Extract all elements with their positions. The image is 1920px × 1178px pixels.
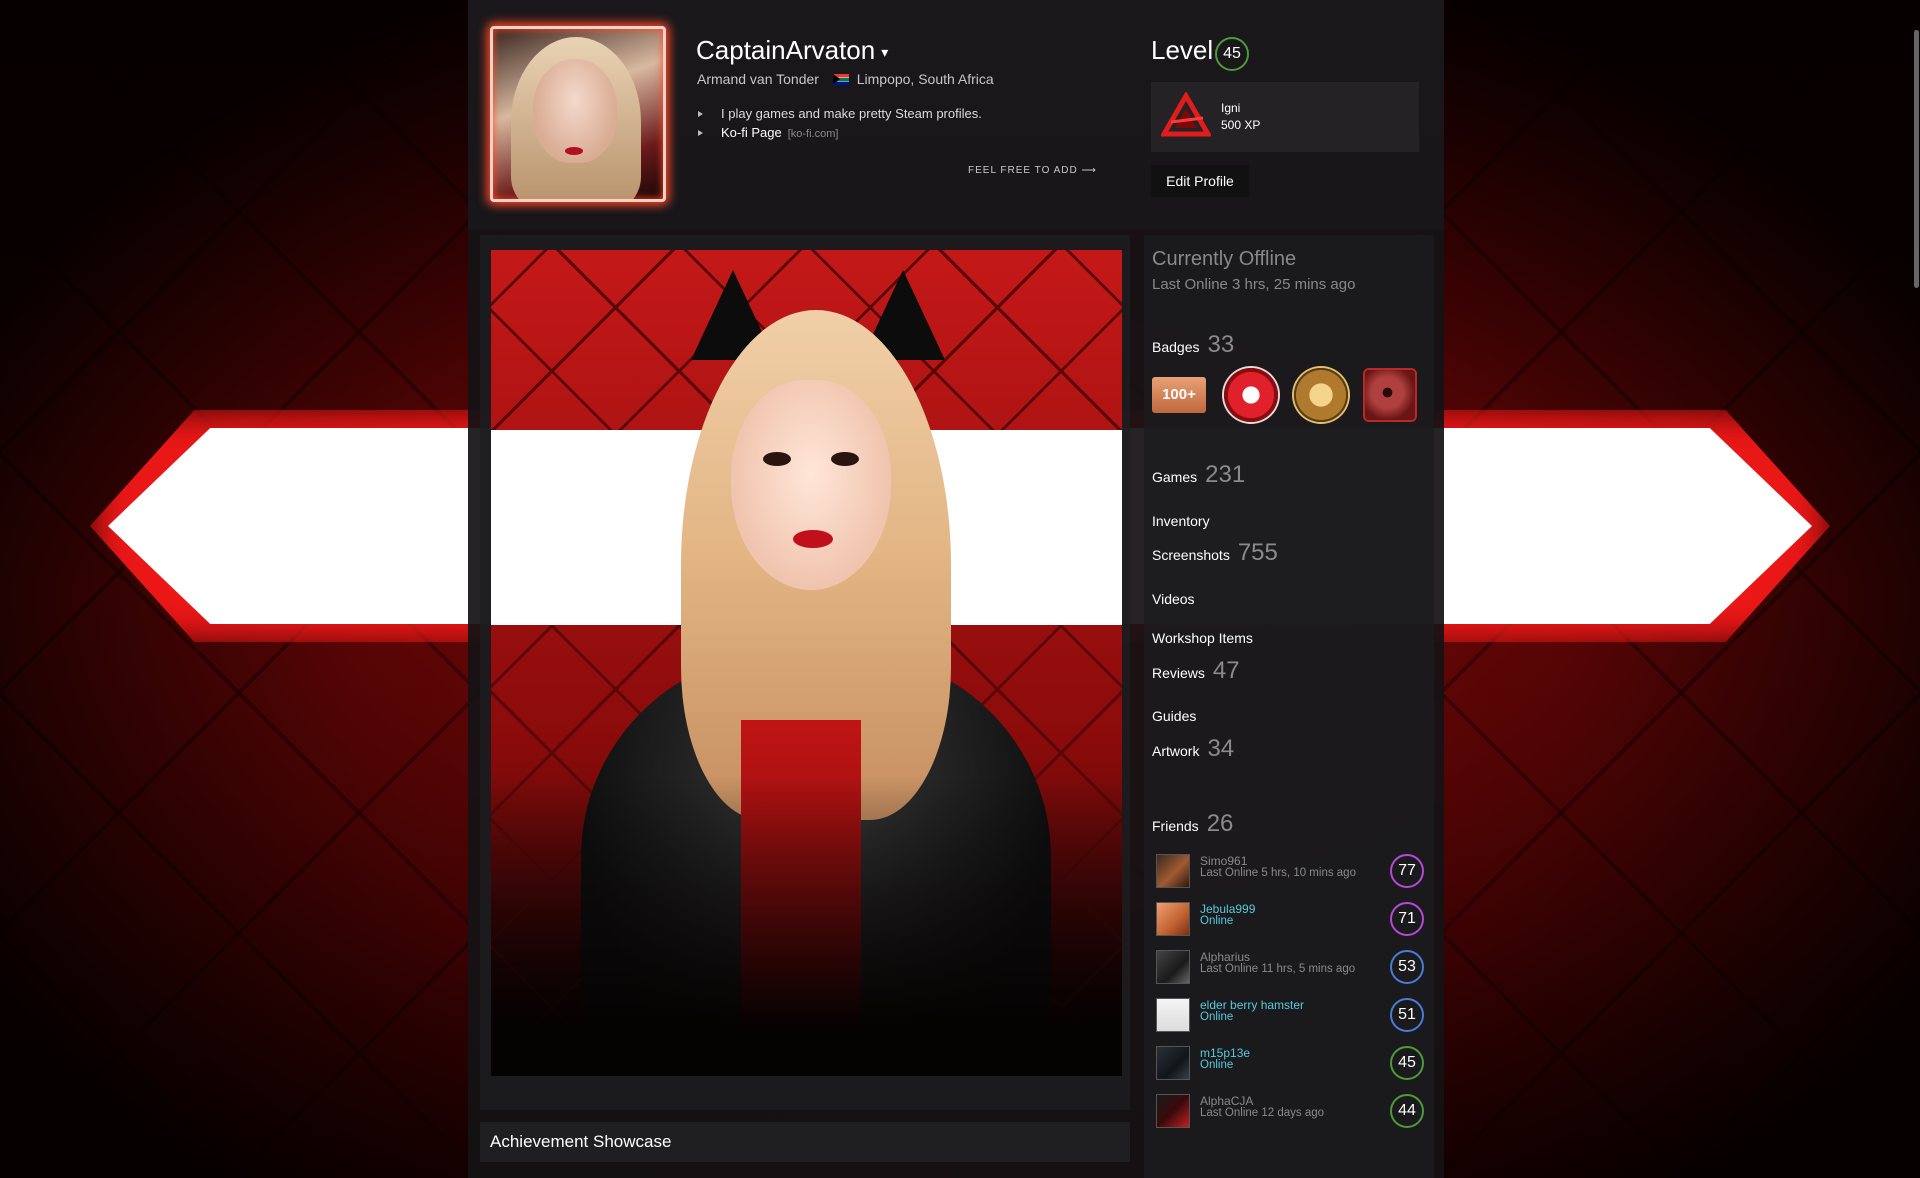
guides-label: Guides [1152, 708, 1197, 724]
screenshots-count: 755 [1237, 539, 1278, 566]
inventory-link[interactable]: Inventory [1152, 513, 1210, 531]
level-badge[interactable]: 45 [1215, 37, 1249, 71]
profile-right-column: Currently Offline Last Online 3 hrs, 25 … [1144, 235, 1434, 1178]
real-name: Armand van Tonder [697, 71, 819, 87]
screenshots-label: Screenshots [1152, 547, 1230, 563]
badges-label: Badges [1152, 339, 1200, 355]
achievement-showcase-header: Achievement Showcase [480, 1122, 1130, 1162]
igni-sign-icon [1161, 92, 1211, 137]
friend-name: Jebula999 [1200, 902, 1256, 916]
favorite-badge[interactable]: Igni 500 XP [1151, 82, 1419, 152]
edit-profile-button[interactable]: Edit Profile [1151, 165, 1249, 197]
profile-summary: I play games and make pretty Steam profi… [698, 106, 982, 144]
friend-row[interactable]: m15p13e Online 45 [1154, 1044, 1424, 1084]
friend-status: Last Online 11 hrs, 5 mins ago [1200, 963, 1356, 975]
friends-count: 26 [1206, 810, 1234, 837]
location: Limpopo, South Africa [856, 71, 994, 87]
friend-name: Simo961 [1200, 854, 1248, 868]
friend-level-badge: 71 [1390, 902, 1424, 936]
friend-status: Last Online 12 days ago [1200, 1107, 1325, 1119]
videos-label: Videos [1152, 591, 1195, 607]
games-label: Games [1152, 469, 1198, 485]
red-emblem-badge-icon[interactable] [1224, 368, 1278, 422]
achievement-showcase-title: Achievement Showcase [490, 1132, 672, 1151]
avatar-lips [565, 147, 583, 155]
artwork-eye-right [831, 452, 859, 466]
friend-name: AlphaCJA [1200, 1094, 1254, 1108]
friend-name: m15p13e [1200, 1046, 1251, 1060]
friend-status: Online [1200, 1059, 1234, 1071]
friend-level-badge: 77 [1390, 854, 1424, 888]
bullet-icon [698, 111, 703, 117]
artwork-eye-left [763, 452, 791, 466]
friend-avatar [1156, 950, 1190, 984]
free-to-add-note: FEEL FREE TO ADD ⟶ [968, 165, 1097, 176]
persona-name: CaptainArvaton [696, 35, 876, 65]
friends-link[interactable]: Friends 26 [1152, 810, 1233, 838]
profile-header: CaptainArvaton ▾ Armand van Tonder Limpop… [468, 0, 1444, 230]
friend-level-badge: 53 [1390, 950, 1424, 984]
badges-count: 33 [1207, 331, 1235, 358]
friend-level-badge: 51 [1390, 998, 1424, 1032]
games-link[interactable]: Games 231 [1152, 461, 1245, 489]
inventory-label: Inventory [1152, 513, 1210, 529]
friend-status: Last Online 5 hrs, 10 mins ago [1200, 867, 1356, 879]
friend-name: Alpharius [1200, 950, 1251, 964]
years-of-service-badge-icon[interactable]: 100+ [1152, 377, 1206, 413]
favorite-badge-xp: 500 XP [1221, 118, 1261, 132]
screenshots-link[interactable]: Screenshots 755 [1152, 539, 1278, 567]
gold-seal-badge-icon[interactable] [1294, 368, 1348, 422]
reviews-label: Reviews [1152, 665, 1205, 681]
friend-row[interactable]: Simo961 Last Online 5 hrs, 10 mins ago 7… [1154, 852, 1424, 892]
status-title: Currently Offline [1152, 248, 1297, 270]
level-label: Level [1151, 35, 1214, 65]
kofi-link[interactable]: Ko-fi Page [721, 125, 782, 140]
friend-row[interactable]: Jebula999 Online 71 [1154, 900, 1424, 940]
summary-text: I play games and make pretty Steam profi… [721, 106, 982, 121]
reviews-count: 47 [1212, 657, 1240, 684]
south-africa-flag-icon [832, 74, 849, 85]
badges-link[interactable]: Badges 33 [1152, 331, 1234, 359]
showcase-artwork-image[interactable] [491, 250, 1122, 1076]
friend-status: Online [1200, 915, 1234, 927]
artwork-link[interactable]: Artwork 34 [1152, 735, 1234, 763]
friend-avatar [1156, 854, 1190, 888]
artwork-count: 34 [1207, 735, 1235, 762]
workshop-link[interactable]: Workshop Items [1152, 630, 1253, 648]
eye-artwork-badge-icon[interactable] [1365, 370, 1415, 420]
artwork-label: Artwork [1152, 743, 1200, 759]
persona-name-dropdown[interactable]: CaptainArvaton ▾ [696, 35, 888, 66]
real-name-location: Armand van Tonder Limpopo, South Africa [697, 71, 994, 87]
favorite-badge-name: Igni [1221, 101, 1241, 115]
friend-row[interactable]: Alpharius Last Online 11 hrs, 5 mins ago… [1154, 948, 1424, 988]
friend-row[interactable]: AlphaCJA Last Online 12 days ago 44 [1154, 1092, 1424, 1132]
chevron-down-icon: ▾ [881, 43, 889, 60]
friend-avatar [1156, 998, 1190, 1032]
artwork-shadow [491, 776, 1122, 1076]
reviews-link[interactable]: Reviews 47 [1152, 657, 1240, 685]
bullet-icon [698, 130, 703, 136]
last-online-text: Last Online 3 hrs, 25 mins ago [1152, 276, 1356, 293]
friend-status: Online [1200, 1011, 1234, 1023]
friend-row[interactable]: elder berry hamster Online 51 [1154, 996, 1424, 1036]
kofi-link-host: [ko-fi.com] [787, 128, 839, 140]
friend-level-badge: 45 [1390, 1046, 1424, 1080]
friend-avatar [1156, 1046, 1190, 1080]
avatar[interactable] [490, 26, 666, 202]
artwork-face [731, 380, 891, 590]
page-scrollbar-thumb[interactable] [1914, 30, 1919, 288]
videos-link[interactable]: Videos [1152, 591, 1195, 609]
profile-page: CaptainArvaton ▾ Armand van Tonder Limpop… [468, 0, 1444, 1178]
artwork-lips [793, 530, 833, 548]
friend-avatar [1156, 1094, 1190, 1128]
friend-avatar [1156, 902, 1190, 936]
workshop-label: Workshop Items [1152, 630, 1253, 646]
friends-label: Friends [1152, 818, 1199, 834]
guides-link[interactable]: Guides [1152, 708, 1196, 726]
friend-level-badge: 44 [1390, 1094, 1424, 1128]
games-count: 231 [1205, 461, 1246, 488]
friend-name: elder berry hamster [1200, 998, 1305, 1012]
